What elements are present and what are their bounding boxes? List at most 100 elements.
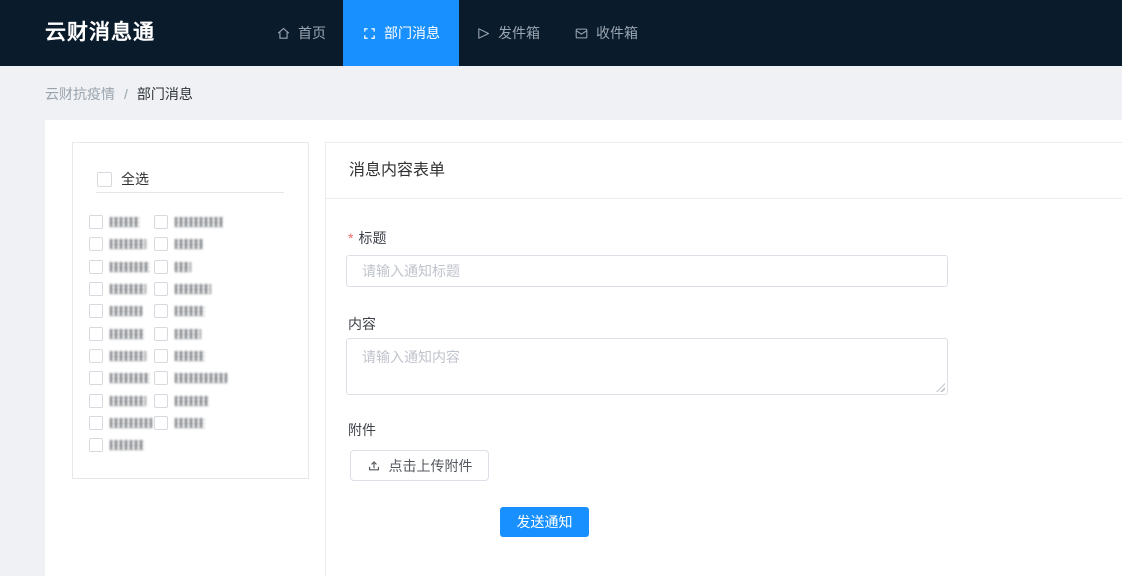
send-notification-button[interactable]: 发送通知 — [500, 507, 589, 537]
department-checkbox-row — [89, 233, 302, 255]
attachment-field-label: 附件 — [348, 420, 376, 440]
checkbox[interactable] — [154, 304, 168, 318]
redacted-department-label — [175, 217, 223, 227]
checkbox[interactable] — [89, 371, 103, 385]
department-checkbox-row — [89, 345, 302, 367]
department-checkbox-item[interactable] — [89, 345, 146, 367]
redacted-department-label — [110, 396, 146, 406]
nav-item-label: 部门消息 — [384, 23, 440, 43]
content-card: 全选 消息内容表单 * 标题 内容 附件 点击上传附件 发送通知 — [45, 120, 1122, 576]
checkbox[interactable] — [154, 260, 168, 274]
department-checkbox-item[interactable] — [89, 256, 150, 278]
nav-item-label: 首页 — [298, 23, 326, 43]
form-title: 消息内容表单 — [326, 143, 1122, 199]
department-checkbox-item[interactable] — [89, 300, 142, 322]
main-nav: 首页 部门消息 发件箱 收件箱 — [259, 0, 655, 66]
department-checkbox-item[interactable] — [154, 345, 205, 367]
redacted-department-label — [175, 284, 211, 294]
nav-item-outbox[interactable]: 发件箱 — [459, 0, 557, 66]
checkbox[interactable] — [154, 416, 168, 430]
redacted-department-label — [110, 440, 144, 450]
upload-button-label: 点击上传附件 — [389, 456, 473, 476]
nav-item-label: 收件箱 — [596, 23, 638, 43]
checkbox[interactable] — [154, 215, 168, 229]
department-checkbox-item[interactable] — [89, 434, 144, 456]
department-checkbox-item[interactable] — [89, 278, 146, 300]
department-checkbox-row — [89, 278, 302, 300]
checkbox[interactable] — [154, 394, 168, 408]
inbox-icon — [574, 26, 589, 41]
redacted-department-label — [175, 373, 227, 383]
breadcrumb: 云财抗疫情/部门消息 — [45, 84, 193, 104]
department-checkbox-item[interactable] — [154, 389, 209, 411]
redacted-department-label — [175, 306, 205, 316]
nav-item-home[interactable]: 首页 — [259, 0, 343, 66]
redacted-department-label — [110, 373, 150, 383]
department-checkbox-item[interactable] — [89, 211, 140, 233]
department-checkbox-item[interactable] — [89, 412, 152, 434]
select-all-checkbox[interactable] — [97, 172, 112, 187]
home-icon — [276, 26, 291, 41]
title-field-label: * 标题 — [348, 228, 386, 248]
redacted-department-label — [175, 396, 209, 406]
department-checkbox-list — [89, 211, 302, 456]
department-checkbox-item[interactable] — [154, 412, 205, 434]
content-textarea[interactable] — [346, 338, 948, 395]
department-checkbox-row — [89, 434, 302, 456]
department-checkbox-item[interactable] — [154, 300, 205, 322]
checkbox[interactable] — [89, 237, 103, 251]
content-textarea-wrapper — [346, 338, 948, 395]
redacted-department-label — [175, 351, 205, 361]
department-checkbox-row — [89, 256, 302, 278]
select-all-row[interactable]: 全选 — [97, 169, 149, 189]
checkbox[interactable] — [154, 237, 168, 251]
app-title: 云财消息通 — [45, 0, 155, 66]
department-checkbox-item[interactable] — [154, 367, 227, 389]
department-checkbox-item[interactable] — [89, 233, 146, 255]
checkbox[interactable] — [89, 327, 103, 341]
select-all-label: 全选 — [121, 169, 149, 189]
redacted-department-label — [110, 351, 146, 361]
breadcrumb-parent[interactable]: 云财抗疫情 — [45, 86, 115, 102]
checkbox[interactable] — [89, 438, 103, 452]
content-field-label: 内容 — [348, 314, 376, 334]
scan-icon — [362, 26, 377, 41]
department-checkbox-item[interactable] — [154, 256, 191, 278]
checkbox[interactable] — [89, 215, 103, 229]
department-checkbox-row — [89, 367, 302, 389]
department-checkbox-row — [89, 412, 302, 434]
top-navbar: 云财消息通 首页 部门消息 发件箱 — [0, 0, 1122, 66]
redacted-department-label — [110, 239, 146, 249]
department-checkbox-item[interactable] — [154, 322, 201, 344]
checkbox[interactable] — [89, 304, 103, 318]
checkbox[interactable] — [89, 349, 103, 363]
checkbox[interactable] — [154, 282, 168, 296]
department-checkbox-row — [89, 211, 302, 233]
checkbox[interactable] — [154, 327, 168, 341]
department-checkbox-item[interactable] — [154, 278, 211, 300]
checkbox[interactable] — [154, 371, 168, 385]
department-checkbox-item[interactable] — [89, 322, 144, 344]
message-form: 消息内容表单 * 标题 内容 附件 点击上传附件 发送通知 — [326, 142, 1122, 576]
department-checkbox-item[interactable] — [89, 367, 150, 389]
required-asterisk: * — [348, 230, 353, 246]
department-checkbox-item[interactable] — [89, 389, 146, 411]
checkbox[interactable] — [89, 260, 103, 274]
department-checkbox-row — [89, 300, 302, 322]
department-checkbox-item[interactable] — [154, 233, 203, 255]
department-checkbox-item[interactable] — [154, 211, 223, 233]
nav-item-label: 发件箱 — [498, 23, 540, 43]
redacted-department-label — [110, 284, 146, 294]
nav-item-dept-messages[interactable]: 部门消息 — [343, 0, 459, 66]
checkbox[interactable] — [89, 282, 103, 296]
breadcrumb-separator: / — [124, 86, 128, 102]
checkbox[interactable] — [154, 349, 168, 363]
checkbox[interactable] — [89, 394, 103, 408]
checkbox[interactable] — [89, 416, 103, 430]
nav-item-inbox[interactable]: 收件箱 — [557, 0, 655, 66]
send-icon — [476, 26, 491, 41]
title-input[interactable] — [346, 255, 948, 287]
title-field-label-text: 标题 — [358, 230, 386, 246]
upload-attachment-button[interactable]: 点击上传附件 — [350, 450, 489, 481]
redacted-department-label — [175, 239, 203, 249]
